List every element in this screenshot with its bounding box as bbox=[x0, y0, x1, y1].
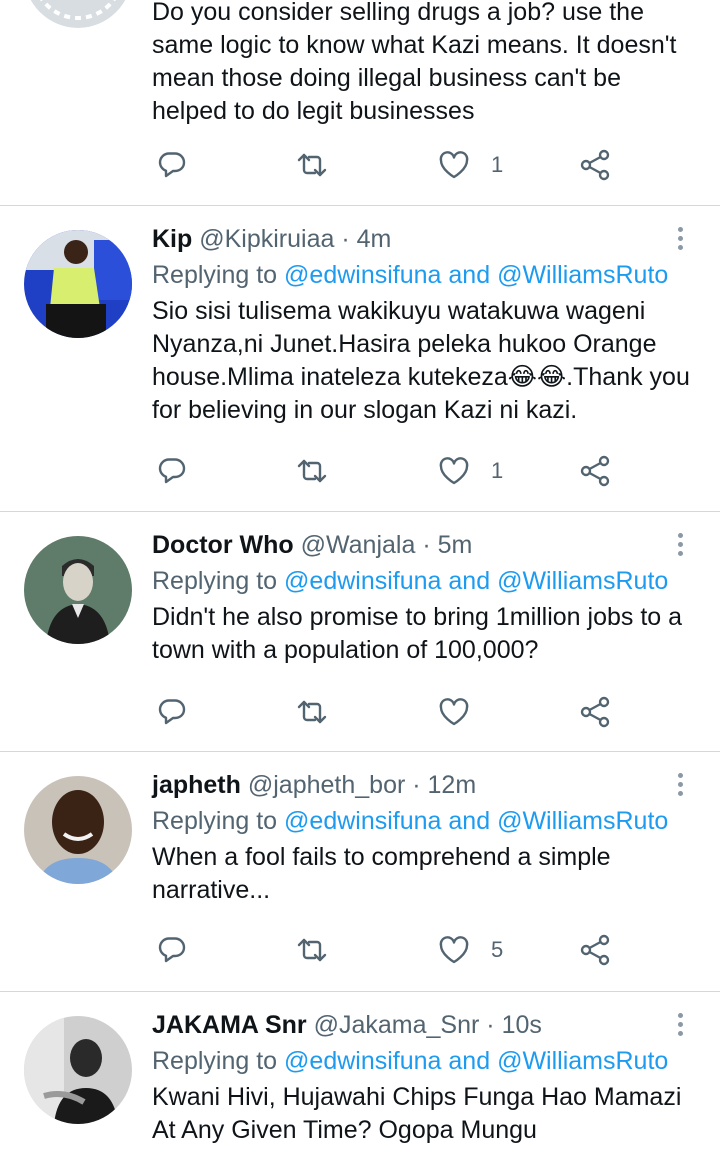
share-button[interactable] bbox=[578, 925, 612, 975]
mention-link[interactable]: @WilliamsRuto bbox=[497, 807, 668, 835]
more-icon[interactable] bbox=[670, 530, 690, 564]
mention-link[interactable]: @edwinsifuna bbox=[284, 1047, 441, 1075]
timestamp[interactable]: 10s bbox=[502, 1011, 542, 1039]
reply-button[interactable] bbox=[155, 687, 189, 737]
author-name[interactable]: Kip bbox=[152, 225, 192, 253]
mention-and: and bbox=[448, 1047, 491, 1075]
separator-dot: · bbox=[422, 531, 431, 559]
tweet-item[interactable]: Do you consider selling drugs a job? use… bbox=[0, 0, 720, 205]
heart-icon bbox=[439, 151, 469, 179]
retweet-button[interactable] bbox=[295, 687, 329, 737]
reply-icon bbox=[158, 699, 186, 725]
author-name[interactable]: Doctor Who bbox=[152, 531, 294, 559]
mention-link[interactable]: @edwinsifuna bbox=[284, 567, 441, 595]
tweet-item[interactable]: Doctor Who @Wanjala · 5m Replying to @ed… bbox=[0, 512, 720, 751]
author-handle[interactable]: @Kipkiruiaa bbox=[199, 225, 334, 253]
reply-button[interactable] bbox=[155, 140, 189, 190]
retweet-icon bbox=[297, 459, 327, 483]
reply-icon bbox=[158, 152, 186, 178]
avatar[interactable] bbox=[24, 230, 132, 338]
reply-button[interactable] bbox=[155, 925, 189, 975]
avatar[interactable] bbox=[24, 1016, 132, 1124]
retweet-icon bbox=[297, 153, 327, 177]
like-count: 1 bbox=[491, 152, 504, 177]
mention-and: and bbox=[448, 807, 491, 835]
mention-link[interactable]: @edwinsifuna bbox=[284, 261, 441, 289]
replying-to-label: Replying to bbox=[152, 807, 278, 835]
like-button[interactable]: 1 bbox=[437, 140, 503, 190]
author-handle[interactable]: @japheth_bor bbox=[248, 771, 405, 799]
mention-link[interactable]: @edwinsifuna bbox=[284, 807, 441, 835]
like-button[interactable]: 1 bbox=[437, 446, 503, 496]
timestamp[interactable]: 12m bbox=[428, 771, 477, 799]
like-button[interactable]: 5 bbox=[437, 925, 503, 975]
tweet-item[interactable]: japheth @japheth_bor · 12m Replying to @… bbox=[0, 752, 720, 991]
mention-and: and bbox=[448, 261, 491, 289]
author-handle[interactable]: @Jakama_Snr bbox=[314, 1011, 480, 1039]
author-name[interactable]: japheth bbox=[152, 771, 241, 799]
timestamp[interactable]: 4m bbox=[357, 225, 392, 253]
replying-to-label: Replying to bbox=[152, 1047, 278, 1075]
tweet-item[interactable]: JAKAMA Snr @Jakama_Snr · 10s Replying to… bbox=[0, 992, 720, 1174]
reply-icon bbox=[158, 458, 186, 484]
avatar[interactable] bbox=[24, 0, 132, 28]
share-icon bbox=[580, 934, 610, 966]
tweet-text: Didn't he also promise to bring 1million… bbox=[152, 603, 683, 664]
avatar[interactable] bbox=[24, 776, 132, 884]
retweet-icon bbox=[297, 700, 327, 724]
more-icon[interactable] bbox=[670, 224, 690, 258]
share-icon bbox=[580, 696, 610, 728]
tweet-text: When a fool fails to comprehend a simple… bbox=[152, 843, 611, 904]
retweet-button[interactable] bbox=[295, 925, 329, 975]
tweet-text: Sio sisi tulisema wakikuyu watakuwa wage… bbox=[152, 297, 690, 424]
tweet-item[interactable]: Kip @Kipkiruiaa · 4m Replying to @edwins… bbox=[0, 206, 720, 511]
heart-icon bbox=[439, 698, 469, 726]
heart-icon bbox=[439, 936, 469, 964]
like-button[interactable] bbox=[437, 687, 491, 737]
share-icon bbox=[580, 455, 610, 487]
retweet-button[interactable] bbox=[295, 140, 329, 190]
author-handle[interactable]: @Wanjala bbox=[301, 531, 416, 559]
mention-link[interactable]: @WilliamsRuto bbox=[497, 1047, 668, 1075]
share-button[interactable] bbox=[578, 140, 612, 190]
mention-and: and bbox=[448, 567, 491, 595]
share-button[interactable] bbox=[578, 687, 612, 737]
separator-dot: · bbox=[412, 771, 421, 799]
tweet-text: Kwani Hivi, Hujawahi Chips Funga Hao Mam… bbox=[152, 1083, 682, 1144]
mention-link[interactable]: @WilliamsRuto bbox=[497, 567, 668, 595]
more-icon[interactable] bbox=[670, 1010, 690, 1044]
share-icon bbox=[580, 149, 610, 181]
replying-to-label: Replying to bbox=[152, 261, 278, 289]
tweet-text: Do you consider selling drugs a job? use… bbox=[152, 0, 677, 125]
author-name[interactable]: JAKAMA Snr bbox=[152, 1011, 307, 1039]
replying-to-label: Replying to bbox=[152, 567, 278, 595]
reply-icon bbox=[158, 937, 186, 963]
separator-dot: · bbox=[486, 1011, 495, 1039]
share-button[interactable] bbox=[578, 446, 612, 496]
retweet-button[interactable] bbox=[295, 446, 329, 496]
retweet-icon bbox=[297, 938, 327, 962]
separator-dot: · bbox=[341, 225, 350, 253]
more-icon[interactable] bbox=[670, 770, 690, 804]
timestamp[interactable]: 5m bbox=[438, 531, 473, 559]
heart-icon bbox=[439, 457, 469, 485]
like-count: 5 bbox=[491, 937, 504, 962]
mention-link[interactable]: @WilliamsRuto bbox=[497, 261, 668, 289]
like-count: 1 bbox=[491, 458, 504, 483]
avatar[interactable] bbox=[24, 536, 132, 644]
reply-button[interactable] bbox=[155, 446, 189, 496]
